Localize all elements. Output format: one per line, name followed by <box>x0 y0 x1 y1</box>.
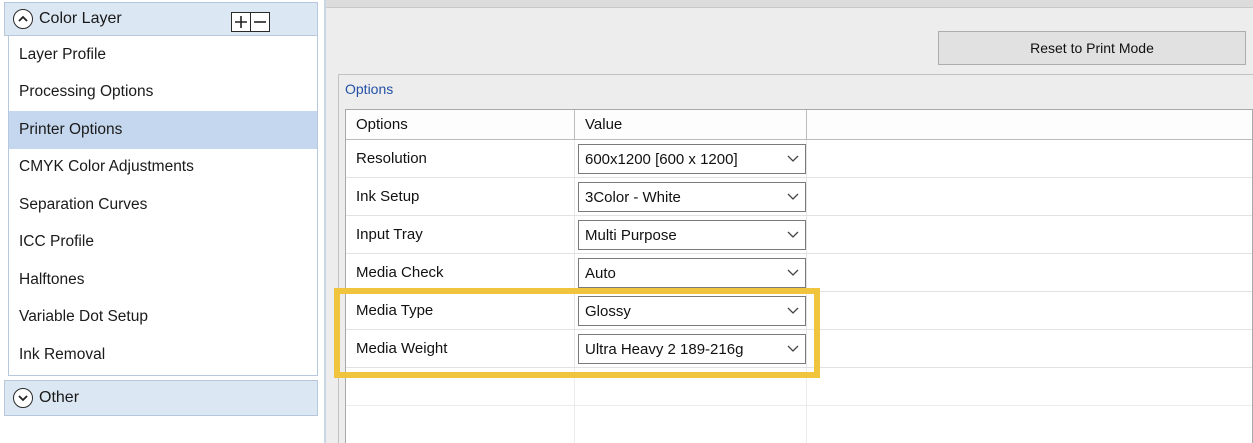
sidebar-item-processing-options[interactable]: Processing Options <box>9 74 317 112</box>
sidebar-item-icc-profile[interactable]: ICC Profile <box>9 224 317 262</box>
table-row: Media Type Glossy <box>346 292 1252 330</box>
chevron-down-icon[interactable] <box>781 145 805 173</box>
dropdown-value: Multi Purpose <box>585 226 677 244</box>
sidebar-item-halftones[interactable]: Halftones <box>9 261 317 299</box>
options-group-label: Options <box>345 81 394 97</box>
chevron-down-icon[interactable] <box>781 259 805 287</box>
color-layer-nav-list: Layer Profile Processing Options Printer… <box>8 36 318 376</box>
sidebar-item-separation-curves[interactable]: Separation Curves <box>9 186 317 224</box>
color-layer-group-header[interactable]: Color Layer <box>4 2 318 36</box>
sidebar-item-variable-dot-setup[interactable]: Variable Dot Setup <box>9 299 317 337</box>
option-name: Media Check <box>346 254 575 291</box>
table-row: Media Check Auto <box>346 254 1252 292</box>
resolution-dropdown[interactable]: 600x1200 [600 x 1200] <box>578 144 806 174</box>
ink-setup-dropdown[interactable]: 3Color - White <box>578 182 806 212</box>
dropdown-value: 600x1200 [600 x 1200] <box>585 150 738 168</box>
other-title: Other <box>39 389 80 406</box>
top-divider <box>326 0 1253 8</box>
printer-options-panel: Reset to Print Mode Options Options Valu… <box>324 0 1253 443</box>
other-group-header[interactable]: Other <box>4 380 318 416</box>
grid-header-row: Options Value <box>346 110 1252 140</box>
media-type-dropdown[interactable]: Glossy <box>578 296 806 326</box>
input-tray-dropdown[interactable]: Multi Purpose <box>578 220 806 250</box>
expand-collapse-buttons <box>231 12 270 32</box>
empty-row <box>346 406 1252 443</box>
sidebar-item-printer-options[interactable]: Printer Options <box>9 111 317 149</box>
dropdown-value: Ultra Heavy 2 189-216g <box>585 340 744 358</box>
plus-icon[interactable] <box>231 12 251 32</box>
option-name: Media Weight <box>346 330 575 367</box>
color-layer-title: Color Layer <box>39 10 122 27</box>
chevron-down-icon[interactable] <box>781 221 805 249</box>
option-name: Input Tray <box>346 216 575 253</box>
options-grid: Options Value Resolution 600x1200 [600 x… <box>345 109 1253 443</box>
chevron-down-icon[interactable] <box>781 297 805 325</box>
chevron-down-icon[interactable] <box>781 335 805 363</box>
sidebar-item-cmyk-color-adjustments[interactable]: CMYK Color Adjustments <box>9 149 317 187</box>
options-groupbox: Options Options Value Resolution 600x120… <box>338 74 1253 443</box>
option-name: Media Type <box>346 292 575 329</box>
option-name: Ink Setup <box>346 178 575 215</box>
table-row: Input Tray Multi Purpose <box>346 216 1252 254</box>
chevron-down-icon[interactable] <box>781 183 805 211</box>
reset-to-print-mode-button[interactable]: Reset to Print Mode <box>938 31 1246 65</box>
column-header-value[interactable]: Value <box>575 110 807 139</box>
table-row: Resolution 600x1200 [600 x 1200] <box>346 140 1252 178</box>
dropdown-value: 3Color - White <box>585 188 681 206</box>
chevron-up-icon[interactable] <box>13 9 33 29</box>
option-name: Resolution <box>346 140 575 177</box>
sidebar: Color Layer Layer Profile Processing Opt… <box>0 0 322 443</box>
minus-icon[interactable] <box>250 12 270 32</box>
media-weight-dropdown[interactable]: Ultra Heavy 2 189-216g <box>578 334 806 364</box>
empty-row <box>346 368 1252 406</box>
media-check-dropdown[interactable]: Auto <box>578 258 806 288</box>
sidebar-item-layer-profile[interactable]: Layer Profile <box>9 36 317 74</box>
table-row: Ink Setup 3Color - White <box>346 178 1252 216</box>
dropdown-value: Glossy <box>585 302 631 320</box>
chevron-down-icon[interactable] <box>13 388 33 408</box>
dropdown-value: Auto <box>585 264 616 282</box>
sidebar-item-ink-removal[interactable]: Ink Removal <box>9 336 317 374</box>
table-row: Media Weight Ultra Heavy 2 189-216g <box>346 330 1252 368</box>
column-header-options[interactable]: Options <box>346 110 575 139</box>
